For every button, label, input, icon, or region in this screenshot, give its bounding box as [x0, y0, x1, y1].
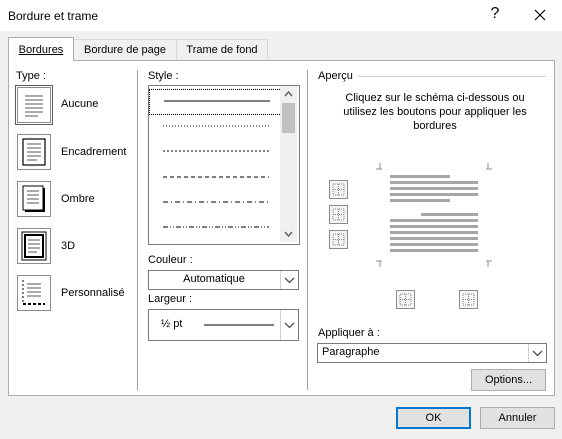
- width-line-preview: [204, 324, 274, 326]
- apply-to-value: Paragraphe: [322, 346, 380, 358]
- style-item-dashed[interactable]: [149, 165, 280, 189]
- tab-bordure-de-page-label: Bordure de page: [84, 44, 166, 56]
- tab-trame-de-fond[interactable]: Trame de fond: [176, 39, 268, 60]
- apply-to-label: Appliquer à :: [318, 327, 380, 339]
- border-custom-icon[interactable]: [17, 275, 51, 311]
- border-inside-horizontal-icon: [332, 208, 345, 221]
- separator-left: [137, 70, 138, 390]
- type-label: Type :: [16, 70, 46, 82]
- border-inside-horizontal-button[interactable]: [329, 205, 348, 224]
- border-right-button[interactable]: [459, 290, 478, 309]
- tab-bordure-de-page[interactable]: Bordure de page: [73, 39, 177, 60]
- border-box-icon[interactable]: [17, 134, 51, 170]
- chevron-down-icon: [284, 277, 295, 284]
- tab-trame-de-fond-label: Trame de fond: [186, 44, 258, 56]
- apply-to-dropdown-button[interactable]: [528, 344, 546, 362]
- color-label: Couleur :: [148, 254, 193, 266]
- style-scroll-thumb[interactable]: [282, 103, 295, 133]
- separator-right: [307, 70, 308, 390]
- border-left-button[interactable]: [396, 290, 415, 309]
- style-item-dash-dot-dot[interactable]: [149, 215, 280, 239]
- type-box-label[interactable]: Encadrement: [61, 146, 126, 158]
- type-shadow-label[interactable]: Ombre: [61, 193, 95, 205]
- color-select[interactable]: Automatique: [148, 270, 299, 290]
- style-item-solid[interactable]: [149, 89, 282, 115]
- style-item-dash-dot[interactable]: [149, 190, 280, 214]
- chevron-down-icon: [284, 322, 295, 329]
- style-item-dashed-small[interactable]: [149, 139, 280, 163]
- border-top-icon: [332, 183, 345, 196]
- type-custom-label[interactable]: Personnalisé: [61, 287, 125, 299]
- cancel-button[interactable]: Annuler: [480, 407, 555, 429]
- apply-to-select[interactable]: Paragraphe: [317, 343, 547, 363]
- width-select[interactable]: ½ pt: [148, 309, 299, 341]
- type-3d-label[interactable]: 3D: [61, 240, 75, 252]
- border-right-icon: [462, 293, 475, 306]
- border-shadow-icon[interactable]: [17, 181, 51, 217]
- close-button[interactable]: [528, 3, 552, 27]
- width-dropdown-button[interactable]: [280, 310, 298, 340]
- preview-label: Aperçu: [318, 70, 353, 82]
- help-button[interactable]: ?: [485, 5, 505, 23]
- preview-instructions: Cliquez sur le schéma ci-dessous ou util…: [343, 92, 527, 132]
- style-item-dotted[interactable]: [149, 114, 280, 138]
- border-bottom-icon: [332, 233, 345, 246]
- type-none-label[interactable]: Aucune: [61, 98, 98, 110]
- close-icon: [534, 9, 546, 21]
- style-label: Style :: [148, 70, 179, 82]
- style-list[interactable]: [148, 85, 300, 245]
- color-dropdown-button[interactable]: [280, 271, 298, 289]
- window-title: Bordure et trame: [8, 9, 99, 23]
- border-3d-icon[interactable]: [17, 228, 51, 264]
- width-label: Largeur :: [148, 293, 193, 305]
- border-bottom-button[interactable]: [329, 230, 348, 249]
- border-none-icon[interactable]: [15, 85, 53, 125]
- ok-button[interactable]: OK: [396, 407, 471, 429]
- width-value: ½ pt: [161, 318, 183, 330]
- border-top-button[interactable]: [329, 180, 348, 199]
- color-value: Automatique: [183, 273, 245, 285]
- border-left-icon: [399, 293, 412, 306]
- preview-label-line: [358, 76, 546, 77]
- tab-bordures-label: Bordures: [18, 44, 64, 56]
- tab-bordures[interactable]: Bordures: [8, 37, 74, 61]
- preview-diagram[interactable]: [376, 163, 492, 267]
- options-button[interactable]: Options...: [471, 369, 546, 391]
- chevron-down-icon: [532, 350, 543, 357]
